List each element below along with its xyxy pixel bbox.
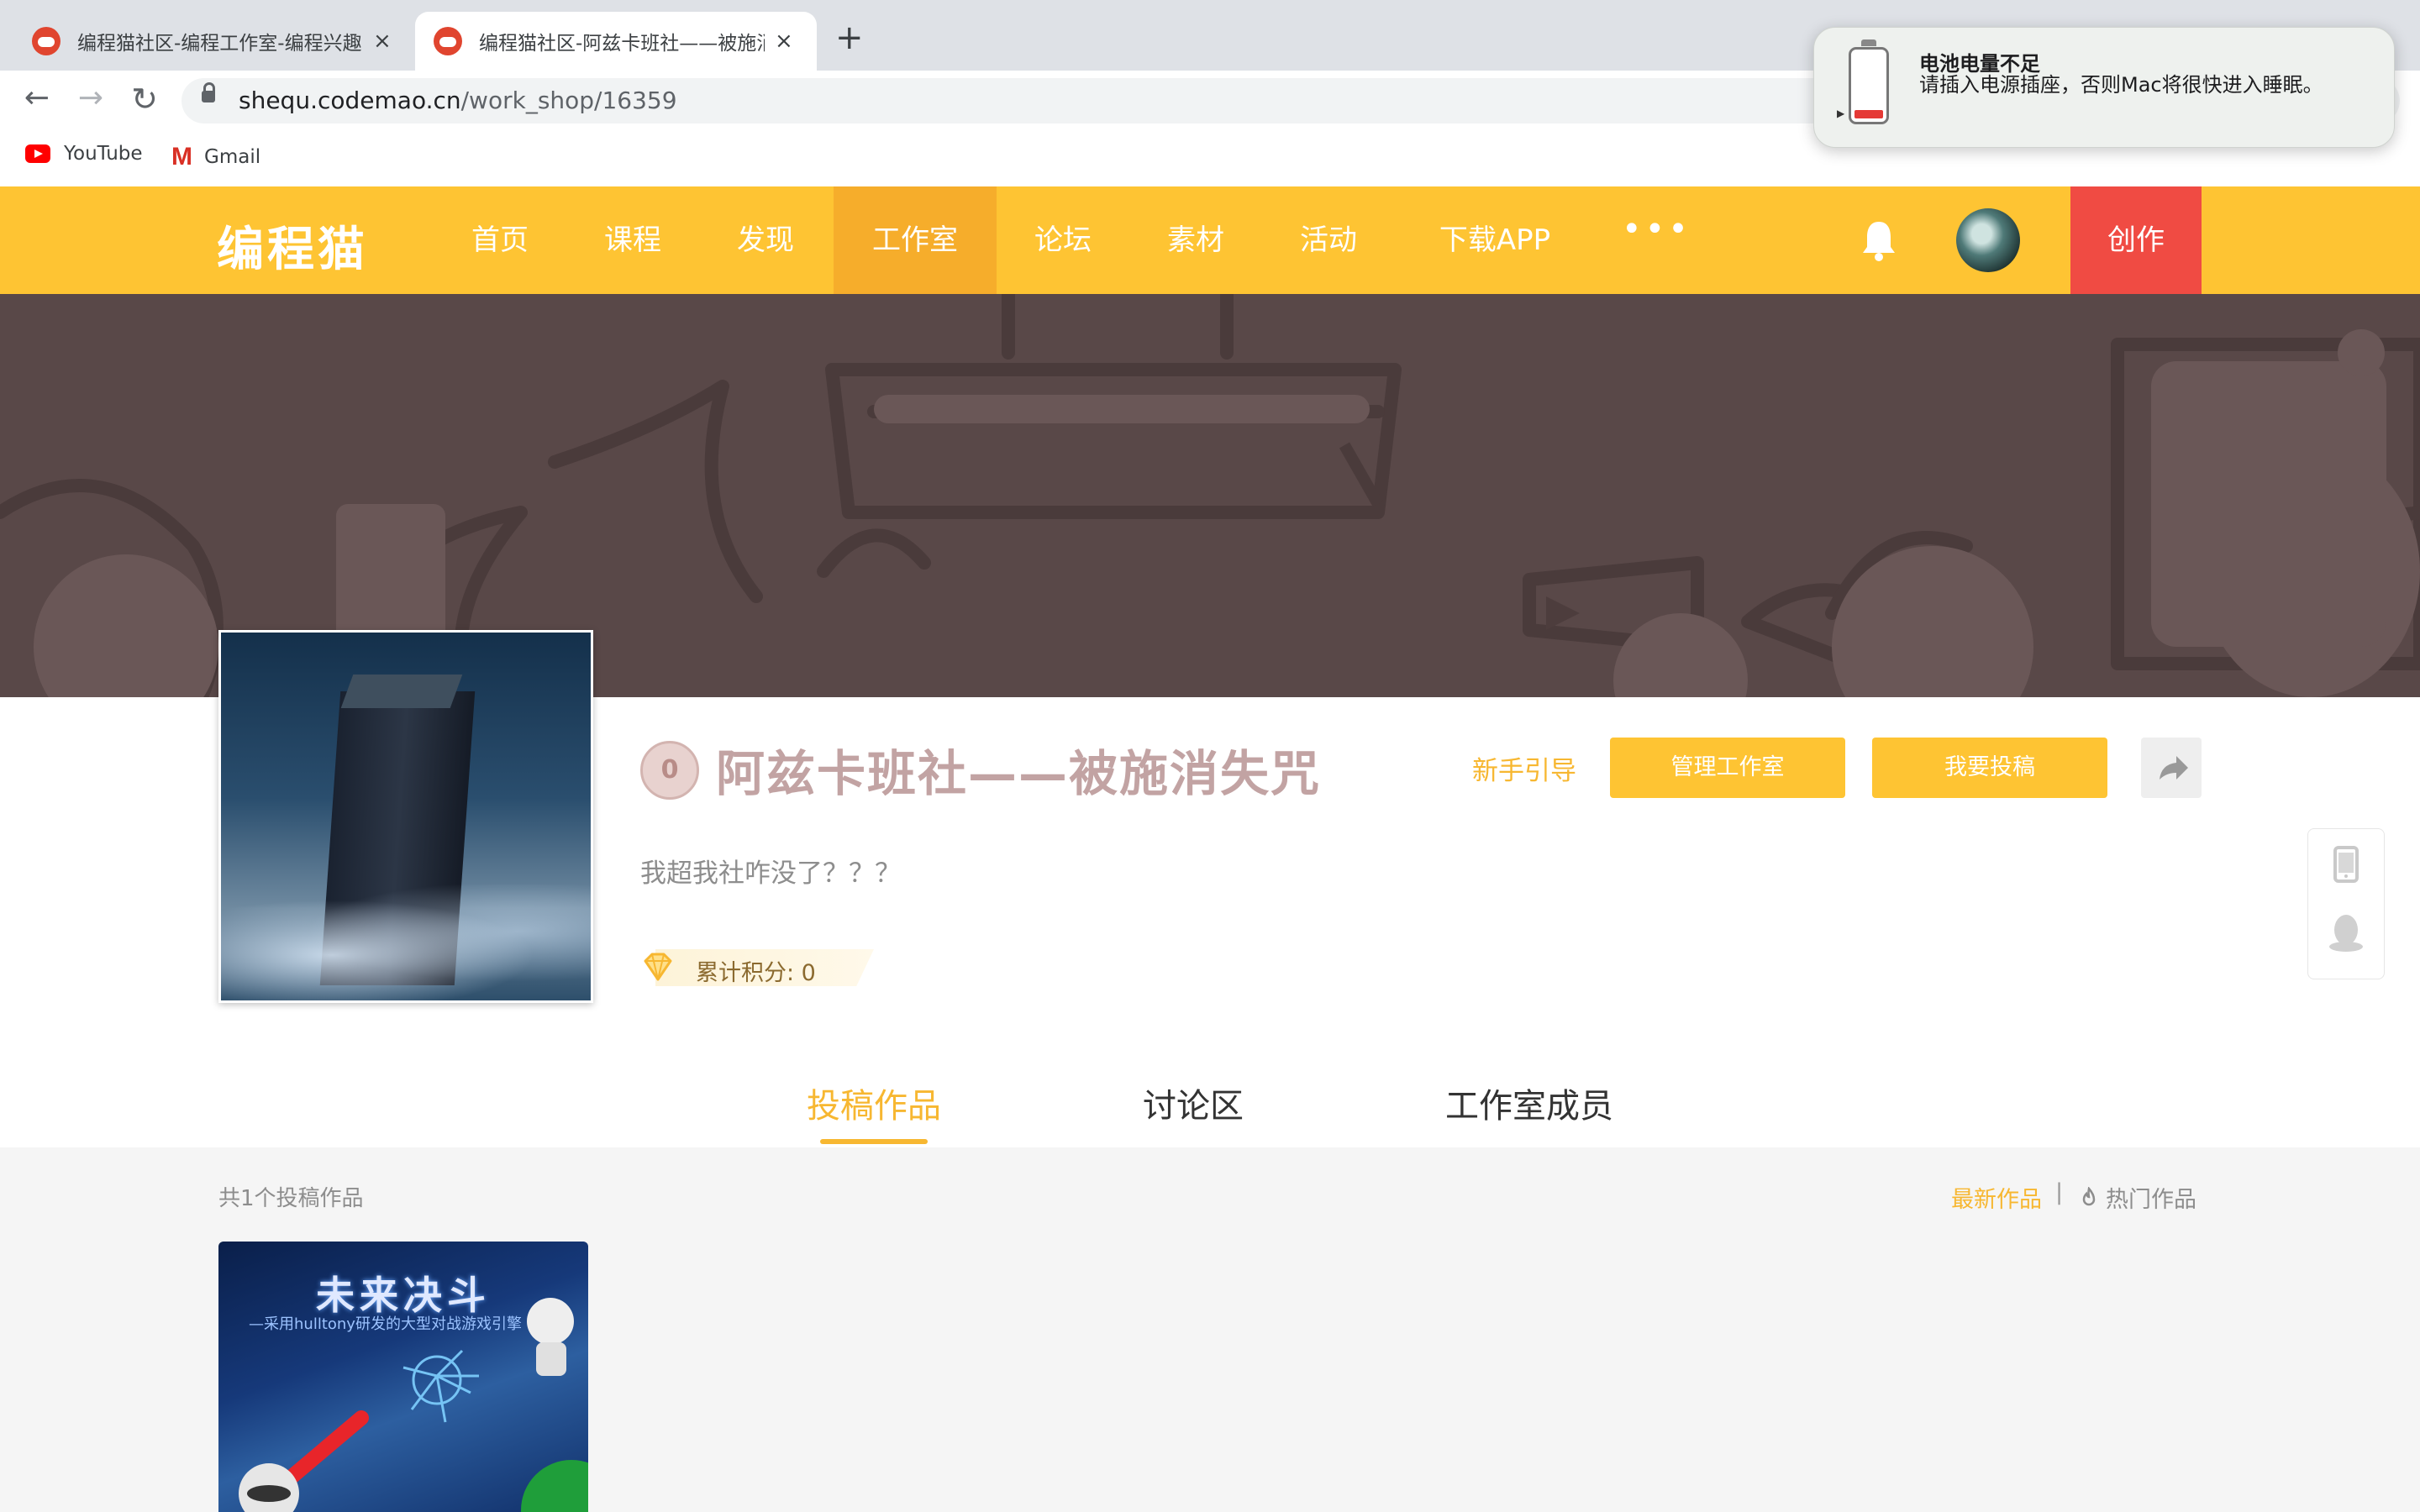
works-count: 共1个投稿作品 [218,1186,364,1211]
nav-workshop[interactable]: 工作室 [834,186,997,294]
new-tab-button[interactable]: + [835,18,864,57]
nav-courses[interactable]: 课程 [595,186,671,294]
create-button[interactable]: 创作 [2070,186,2202,294]
sort-newest-link[interactable]: 最新作品 [1951,1181,2042,1214]
nav-home[interactable]: 首页 [462,186,538,294]
tab-members[interactable]: 工作室成员 [1445,1079,1613,1127]
workshop-description: 我超我社咋没了？？？ [640,858,901,889]
side-float-icons [2329,846,2363,952]
codemao-favicon-icon [434,27,462,55]
codemao-favicon-icon [32,27,60,55]
beginner-guide-link[interactable]: 新手引导 [1472,749,1576,787]
sort-hot-label: 热门作品 [2106,1187,2196,1213]
cover-tower-top [340,675,463,708]
browser-tab[interactable]: 编程猫社区-编程工作室-编程兴趣 × [13,12,408,71]
nav-forum[interactable]: 论坛 [1025,186,1101,294]
fire-icon [2082,1186,2096,1205]
nav-materials[interactable]: 素材 [1158,186,1234,294]
tab-close-icon[interactable]: × [373,29,392,54]
url-text[interactable]: shequ.codemao.cn/work_shop/16359 [239,87,677,114]
nav-activities[interactable]: 活动 [1291,186,1366,294]
manage-workshop-button[interactable]: 管理工作室 [1610,738,1845,798]
sort-separator: | [2055,1179,2064,1205]
workshop-level-badge-icon [640,741,699,800]
gmail-icon: M [171,143,192,171]
bookmark-youtube[interactable]: YouTube [25,143,143,165]
user-avatar[interactable] [1956,208,2020,272]
tab-discussion[interactable]: 讨论区 [1143,1079,1244,1127]
workshop-cover-image [218,630,593,1003]
bookmark-label: YouTube [64,143,143,165]
work-subtitle: —采用hulltony研发的大型对战游戏引擎 [249,1315,522,1333]
back-arrow-icon[interactable]: ← [17,81,57,115]
active-tab-underline [820,1139,928,1144]
youtube-icon [25,144,50,163]
submit-work-button[interactable]: 我要投稿 [1872,738,2107,798]
tab-title: 编程猫社区-阿兹卡班社——被施消失咒 [479,33,765,55]
tab-title: 编程猫社区-编程工作室-编程兴趣 [77,33,362,55]
sort-hot-link[interactable]: 热门作品 [2079,1181,2196,1214]
share-button[interactable] [2141,738,2202,798]
url-host: shequ.codemao.cn [239,87,461,114]
bookmark-gmail[interactable]: M Gmail [171,143,260,171]
score-text: 累计积分: 0 [696,960,816,986]
mobile-phone-icon[interactable] [2333,846,2359,883]
nav-download-app[interactable]: 下载APP [1423,186,1566,294]
tab-close-icon[interactable]: × [775,29,793,54]
bell-icon[interactable] [1860,218,1897,262]
cover-waves [221,885,591,1000]
more-icon[interactable]: ••• [1622,210,1691,249]
bookmark-label: Gmail [204,146,261,168]
tab-submitted-works[interactable]: 投稿作品 [807,1079,941,1127]
browser-tab-active[interactable]: 编程猫社区-阿兹卡班社——被施消失咒 × [415,12,817,71]
forward-arrow-icon[interactable]: → [71,81,111,115]
share-icon [2160,756,2188,780]
work-card[interactable]: 未来决斗 —采用hulltony研发的大型对战游戏引擎 [218,1242,588,1512]
lock-icon[interactable] [202,82,215,102]
notification-body: 请插入电源插座，否则Mac将很快进入睡眠。 [1919,73,2323,97]
qq-icon[interactable] [2329,915,2363,952]
side-float-panel [2307,828,2385,979]
url-path: /work_shop/16359 [460,87,677,114]
workshop-title: 阿兹卡班社——被施消失咒 [716,745,1322,802]
battery-low-icon [1849,39,1889,124]
play-indicator-icon: ▶ [1837,108,1845,119]
nav-discover[interactable]: 发现 [728,186,803,294]
reload-icon[interactable]: ↻ [124,81,165,118]
site-logo[interactable]: 编程猫 [217,212,368,280]
diamond-icon [644,953,672,981]
